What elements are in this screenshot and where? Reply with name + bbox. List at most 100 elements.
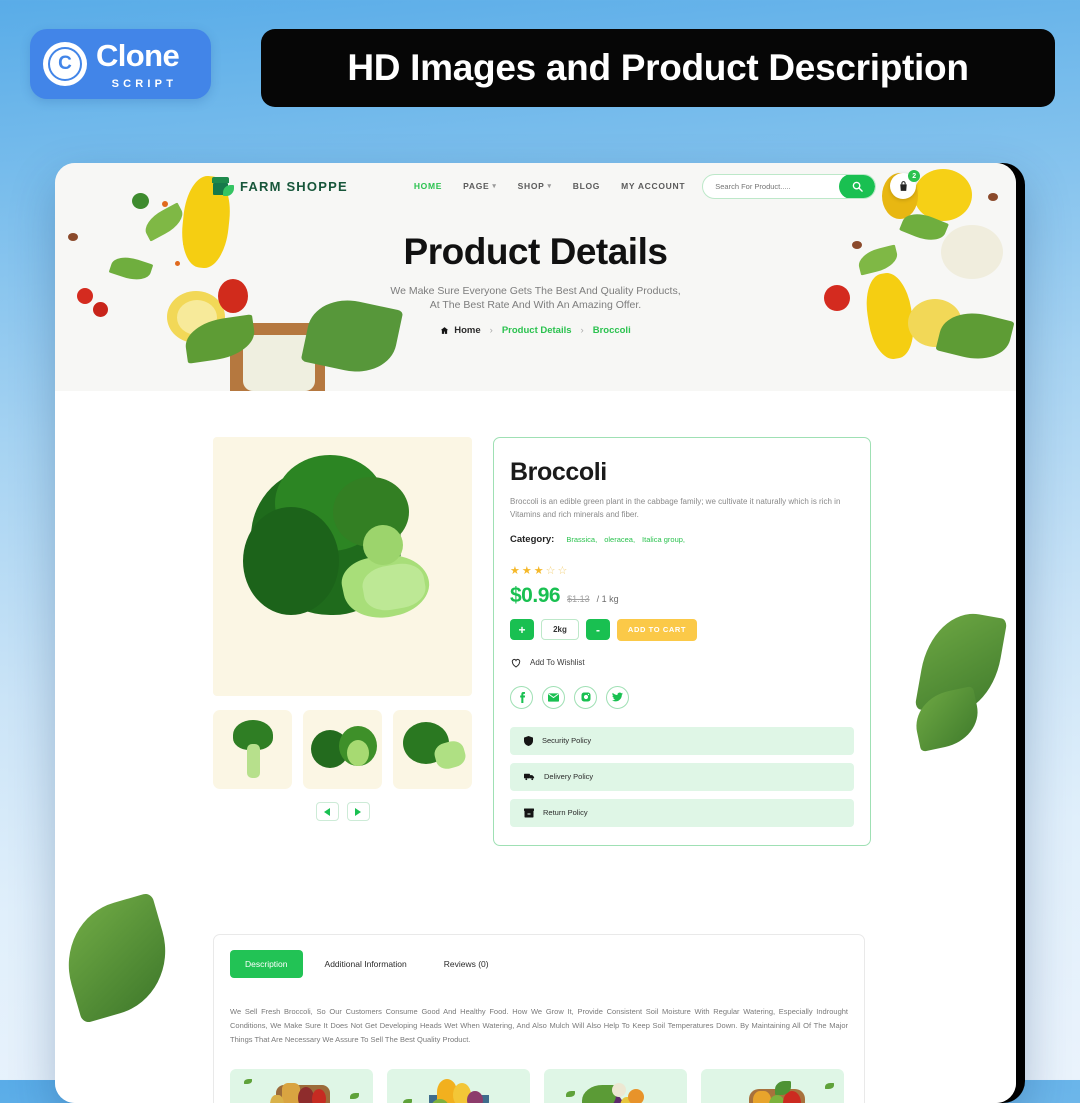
product-main-image[interactable] bbox=[213, 437, 472, 696]
price-row: $0.96 $1.13 / 1 kg bbox=[510, 584, 854, 608]
policy-delivery[interactable]: Delivery Policy bbox=[510, 762, 854, 791]
search-area: 2 bbox=[702, 170, 921, 199]
return-box-icon bbox=[524, 808, 534, 818]
product-title: Broccoli bbox=[510, 458, 607, 486]
category-tags: Brassica, oleracea, Italica group, bbox=[566, 535, 685, 544]
related-product-card[interactable] bbox=[230, 1068, 373, 1103]
gallery-prev-button[interactable] bbox=[315, 802, 339, 821]
nav-item-page[interactable]: PAGE ▾ bbox=[463, 181, 496, 191]
gallery-thumb-2[interactable] bbox=[303, 710, 382, 789]
purchase-controls: + 2kg - ADD TO CART bbox=[510, 618, 854, 641]
email-share-button[interactable] bbox=[542, 685, 565, 709]
tab-description[interactable]: Description bbox=[230, 949, 303, 978]
gallery-thumb-3[interactable] bbox=[393, 710, 472, 789]
page-body: Broccoli Broccoli is an edible green pla… bbox=[55, 391, 1016, 1103]
related-product-card[interactable] bbox=[387, 1068, 530, 1103]
nav-item-blog[interactable]: BLOG bbox=[573, 181, 600, 191]
category-tag-brassica[interactable]: Brassica, bbox=[566, 535, 597, 544]
policy-delivery-label: Delivery Policy bbox=[544, 772, 594, 782]
tab-additional-information[interactable]: Additional Information bbox=[310, 950, 422, 978]
quantity-decrease-button[interactable]: - bbox=[586, 619, 610, 641]
tab-panel-description: We Sell Fresh Broccoli, So Our Customers… bbox=[230, 1006, 848, 1044]
nav-item-home[interactable]: HOME bbox=[414, 181, 442, 191]
header-row: Clone SCRIPT HD Images and Product Descr… bbox=[30, 29, 1055, 107]
brand-wordmark: Clone SCRIPT bbox=[96, 38, 180, 90]
nav-item-blog-label: BLOG bbox=[572, 181, 601, 191]
related-product-card[interactable] bbox=[544, 1068, 687, 1103]
home-icon bbox=[441, 327, 449, 335]
rating-star-1[interactable]: ★ bbox=[510, 564, 520, 577]
nav-item-page-label: PAGE bbox=[463, 181, 490, 191]
site-logo[interactable]: FARM SHOPPE bbox=[212, 176, 348, 196]
banner-title-bar: HD Images and Product Description bbox=[261, 29, 1055, 107]
rating-star-3[interactable]: ★ bbox=[534, 564, 544, 577]
category-label: Category: bbox=[510, 533, 555, 545]
product-description: Broccoli is an edible green plant in the… bbox=[510, 497, 841, 519]
cart-button[interactable]: 2 bbox=[890, 170, 921, 199]
gallery-next-button[interactable] bbox=[346, 802, 370, 821]
nav-item-my-account-label: MY ACCOUNT bbox=[621, 181, 686, 191]
product-tabs: Description Additional Information Revie… bbox=[230, 949, 848, 978]
twitter-icon bbox=[612, 692, 623, 702]
add-to-cart-button[interactable]: ADD TO CART bbox=[617, 618, 697, 641]
rating-star-2[interactable]: ★ bbox=[522, 564, 532, 577]
truck-icon bbox=[524, 774, 535, 781]
product-section: Broccoli Broccoli is an edible green pla… bbox=[55, 437, 1016, 846]
search-button[interactable] bbox=[839, 174, 876, 198]
breadcrumb-item-product-details[interactable]: Product Details bbox=[502, 325, 572, 336]
policy-security[interactable]: Security Policy bbox=[510, 726, 854, 755]
site-logo-text: FARM SHOPPE bbox=[240, 178, 348, 194]
breadcrumb: Home › Product Details › Broccoli bbox=[55, 325, 1016, 336]
tab-reviews[interactable]: Reviews (0) bbox=[429, 950, 504, 978]
brand-subtitle: SCRIPT bbox=[111, 78, 178, 90]
policy-return[interactable]: Return Policy bbox=[510, 798, 854, 827]
chevron-down-icon: ▾ bbox=[547, 183, 552, 190]
related-product-card[interactable] bbox=[701, 1068, 844, 1103]
product-tabs-card: Description Additional Information Revie… bbox=[213, 933, 865, 1103]
social-share-row bbox=[510, 685, 854, 709]
price-current: $0.96 bbox=[510, 583, 561, 607]
category-row: Category: Brassica, oleracea, Italica gr… bbox=[510, 534, 854, 545]
chevron-right-icon bbox=[355, 807, 361, 816]
instagram-icon bbox=[581, 692, 590, 702]
price-unit: / 1 kg bbox=[596, 593, 619, 604]
add-to-wishlist-button[interactable]: Add To Wishlist bbox=[510, 657, 854, 669]
search-box bbox=[702, 173, 877, 199]
gallery-thumb-1[interactable] bbox=[213, 710, 292, 789]
brand-name: Clone bbox=[96, 38, 180, 73]
heart-icon bbox=[511, 658, 521, 668]
nav-item-my-account[interactable]: MY ACCOUNT bbox=[621, 181, 685, 191]
quantity-increase-button[interactable]: + bbox=[510, 619, 534, 641]
clone-script-logo-icon bbox=[43, 42, 87, 86]
breadcrumb-separator: › bbox=[580, 325, 584, 337]
hero-content: Product Details We Make Sure Everyone Ge… bbox=[55, 231, 1016, 336]
quantity-value[interactable]: 2kg bbox=[541, 619, 579, 641]
shopping-bag-icon bbox=[899, 180, 907, 191]
product-gallery bbox=[213, 437, 472, 846]
search-input[interactable] bbox=[703, 181, 840, 191]
cart-count-badge: 2 bbox=[908, 170, 921, 182]
rating-star-4[interactable]: ☆ bbox=[546, 564, 556, 577]
rating-star-5[interactable]: ☆ bbox=[558, 564, 568, 577]
hero-subtitle: We Make Sure Everyone Gets The Best And … bbox=[390, 285, 681, 312]
breadcrumb-item-broccoli[interactable]: Broccoli bbox=[593, 325, 631, 336]
facebook-share-button[interactable] bbox=[510, 685, 533, 709]
breadcrumb-item-home[interactable]: Home bbox=[440, 325, 481, 336]
hero-section: FARM SHOPPE HOME PAGE ▾ SHOP ▾ BLOG MY A… bbox=[55, 163, 1016, 391]
instagram-share-button[interactable] bbox=[574, 685, 597, 709]
gallery-nav bbox=[213, 802, 472, 821]
category-tag-oleracea[interactable]: oleracea, bbox=[604, 535, 635, 544]
banner-title: HD Images and Product Description bbox=[347, 47, 969, 88]
farm-shop-icon bbox=[212, 176, 234, 196]
related-products bbox=[230, 1068, 848, 1103]
breadcrumb-separator: › bbox=[489, 325, 493, 337]
wishlist-label: Add To Wishlist bbox=[530, 658, 585, 668]
nav-item-shop[interactable]: SHOP ▾ bbox=[518, 181, 552, 191]
price-original: $1.13 bbox=[567, 593, 590, 604]
chevron-down-icon: ▾ bbox=[492, 183, 497, 190]
search-icon bbox=[852, 181, 863, 192]
rating-stars[interactable]: ★ ★ ★ ☆ ☆ bbox=[510, 564, 854, 577]
twitter-share-button[interactable] bbox=[606, 685, 629, 709]
site-navbar: FARM SHOPPE HOME PAGE ▾ SHOP ▾ BLOG MY A… bbox=[55, 163, 1016, 209]
category-tag-italica-group[interactable]: Italica group, bbox=[642, 535, 685, 544]
